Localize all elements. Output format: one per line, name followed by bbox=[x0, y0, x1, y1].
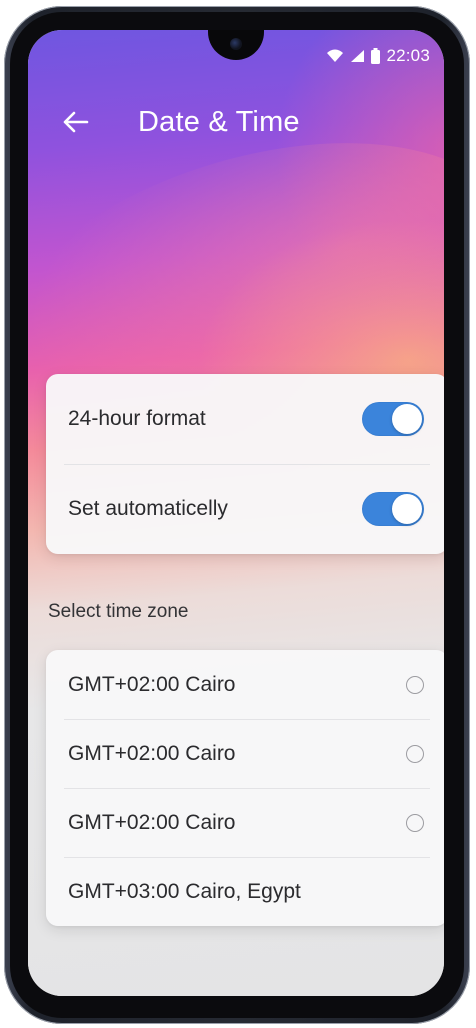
toggle-knob bbox=[392, 494, 422, 524]
timezone-option[interactable]: GMT+02:00 Cairo bbox=[46, 650, 444, 719]
radio-button[interactable] bbox=[406, 813, 424, 832]
phone-frame: 22:03 Date & Time 24-hour format Set aut… bbox=[4, 6, 470, 1024]
radio-button[interactable] bbox=[406, 675, 424, 694]
toggle-set-automatically[interactable] bbox=[362, 492, 424, 526]
timezone-label: GMT+02:00 Cairo bbox=[68, 810, 236, 834]
status-bar: 22:03 bbox=[326, 44, 430, 68]
timezone-option[interactable]: GMT+03:00 Cairo, Egypt bbox=[46, 857, 444, 926]
settings-card: 24-hour format Set automaticelly bbox=[46, 374, 444, 554]
radio-button[interactable] bbox=[406, 744, 424, 763]
section-label-time-zone: Select time zone bbox=[48, 601, 189, 622]
setting-label: Set automaticelly bbox=[68, 497, 228, 520]
toggle-24-hour-format[interactable] bbox=[362, 402, 424, 436]
setting-set-automatically[interactable]: Set automaticelly bbox=[46, 464, 444, 554]
setting-label: 24-hour format bbox=[68, 407, 206, 430]
screen: 22:03 Date & Time 24-hour format Set aut… bbox=[28, 30, 444, 996]
timezone-label: GMT+03:00 Cairo, Egypt bbox=[68, 879, 301, 903]
timezone-option[interactable]: GMT+02:00 Cairo bbox=[46, 788, 444, 857]
battery-icon bbox=[371, 48, 381, 64]
status-time: 22:03 bbox=[386, 46, 430, 65]
timezone-option[interactable]: GMT+02:00 Cairo bbox=[46, 719, 444, 788]
toggle-knob bbox=[392, 404, 422, 434]
setting-24-hour-format[interactable]: 24-hour format bbox=[46, 374, 444, 464]
app-header: Date & Time bbox=[58, 100, 300, 144]
cell-signal-icon bbox=[351, 50, 365, 62]
front-camera-icon bbox=[230, 38, 242, 50]
timezone-label: GMT+02:00 Cairo bbox=[68, 672, 236, 696]
wifi-icon bbox=[327, 49, 344, 62]
arrow-left-icon bbox=[63, 111, 89, 133]
page-title: Date & Time bbox=[138, 105, 300, 138]
timezone-card: GMT+02:00 Cairo GMT+02:00 Cairo GMT+02:0… bbox=[46, 650, 444, 926]
back-button[interactable] bbox=[58, 105, 92, 139]
timezone-label: GMT+02:00 Cairo bbox=[68, 741, 236, 765]
